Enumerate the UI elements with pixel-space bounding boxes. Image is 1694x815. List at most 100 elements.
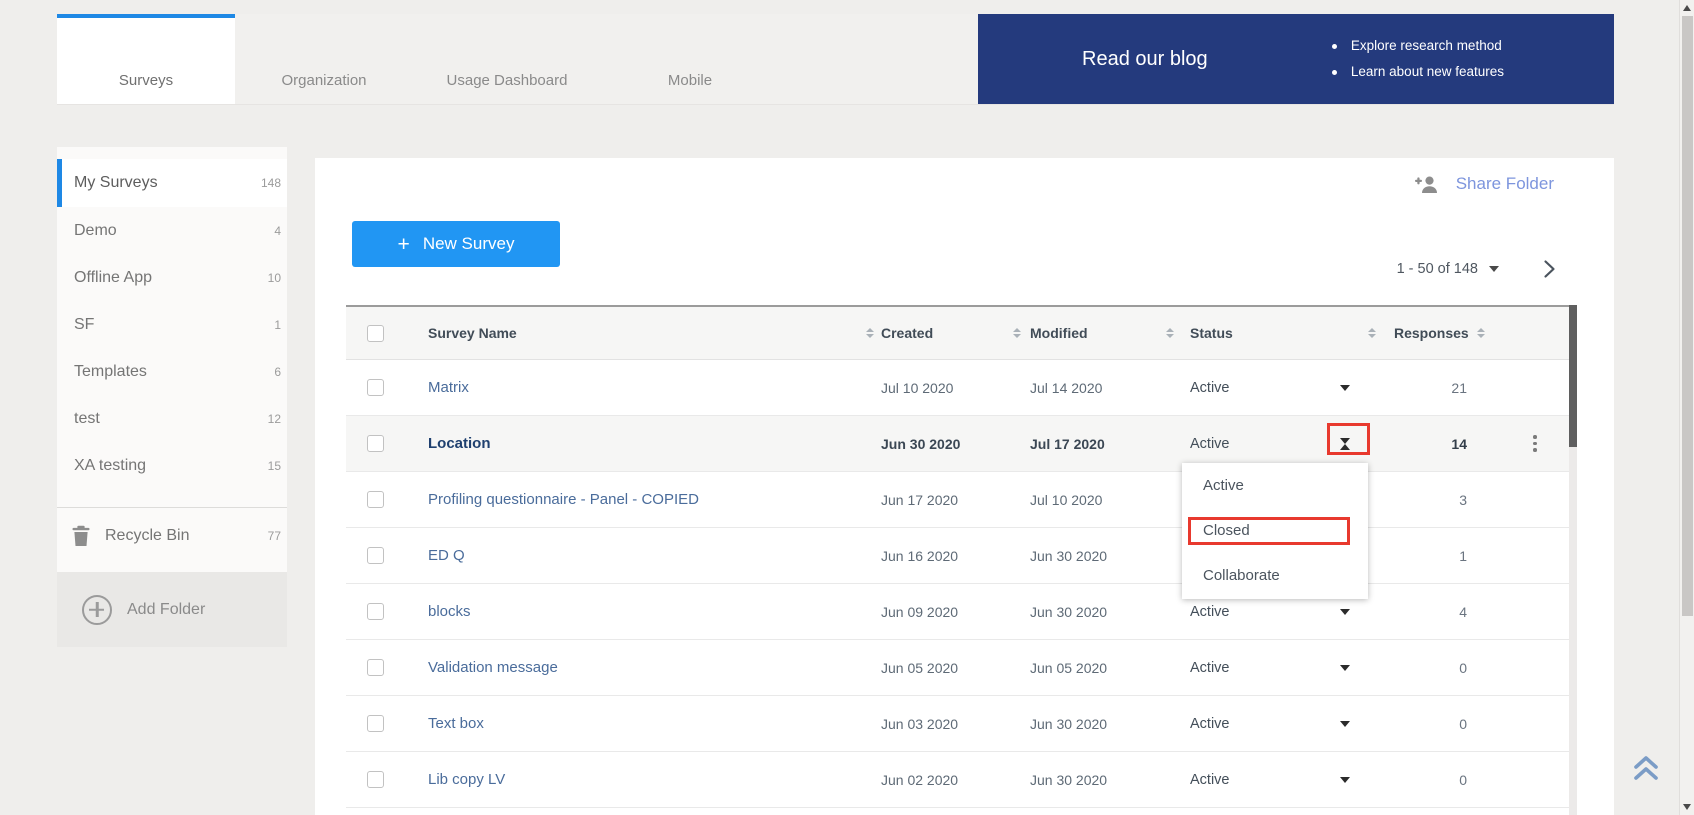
row-checkbox[interactable]: [367, 435, 384, 452]
folder-count: 1: [274, 318, 281, 332]
row-checkbox[interactable]: [367, 659, 384, 676]
folder-count: 4: [274, 224, 281, 238]
kebab-menu-icon[interactable]: [1533, 435, 1537, 452]
responses-count: 0: [1390, 716, 1467, 732]
responses-count: 4: [1390, 604, 1467, 620]
header-modified: Modified: [1030, 325, 1088, 341]
sidebar-folder-item[interactable]: Demo 4: [57, 207, 287, 254]
survey-name-link[interactable]: blocks: [428, 603, 471, 620]
sidebar-folder-item[interactable]: test 12: [57, 395, 287, 442]
sort-icon-status[interactable]: [1368, 328, 1376, 339]
row-checkbox[interactable]: [367, 547, 384, 564]
header-status: Status: [1190, 325, 1233, 341]
table-row[interactable]: Location Jun 30 2020 Jul 17 2020 Active …: [346, 416, 1569, 472]
nav-tab[interactable]: Surveys: [57, 14, 235, 104]
folder-label: SF: [74, 316, 94, 334]
survey-name-link[interactable]: Location: [428, 435, 491, 452]
status-dropdown-trigger[interactable]: [1300, 665, 1390, 671]
table-row[interactable]: ED Q Jun 16 2020 Jun 30 2020 Active 1: [346, 528, 1569, 584]
nav-tab-label: Usage Dashboard: [447, 72, 568, 89]
table-scrollbar[interactable]: [1569, 305, 1577, 815]
survey-name-link[interactable]: ED Q: [428, 547, 465, 564]
status-dropdown-option[interactable]: Active: [1182, 463, 1368, 508]
nav-tab-label: Organization: [281, 72, 366, 89]
status-dropdown-trigger[interactable]: [1300, 438, 1390, 450]
status-value: Active: [1190, 380, 1230, 396]
survey-name-link[interactable]: Matrix: [428, 379, 469, 396]
banner-title[interactable]: Read our blog: [1082, 48, 1208, 71]
banner-bullet-text: Learn about new features: [1351, 59, 1504, 85]
plus-icon: +: [398, 234, 410, 255]
table-row[interactable]: Text box Jun 03 2020 Jun 30 2020 Active …: [346, 696, 1569, 752]
created-date: Jun 03 2020: [881, 716, 958, 732]
table-row[interactable]: Lib copy LV Jun 02 2020 Jun 30 2020 Acti…: [346, 752, 1569, 808]
status-dropdown-option[interactable]: Closed: [1182, 508, 1368, 553]
sidebar-item-recycle-bin[interactable]: Recycle Bin 77: [57, 508, 287, 563]
table-row[interactable]: blocks Jun 09 2020 Jun 30 2020 Active 4: [346, 584, 1569, 640]
trash-icon: [71, 525, 91, 547]
survey-name-link[interactable]: Text box: [428, 715, 484, 732]
sort-icon-modified[interactable]: [1166, 328, 1174, 339]
add-folder-button[interactable]: Add Folder: [57, 572, 287, 647]
table-row[interactable]: Validation message Jun 05 2020 Jun 05 20…: [346, 640, 1569, 696]
table-scrollbar-thumb[interactable]: [1569, 305, 1577, 447]
banner-bullet-item: Learn about new features: [1332, 59, 1504, 85]
row-checkbox[interactable]: [367, 491, 384, 508]
row-checkbox[interactable]: [367, 603, 384, 620]
status-value: Active: [1190, 660, 1230, 676]
status-option-label: Collaborate: [1203, 567, 1280, 584]
page-scrollbar-thumb[interactable]: [1682, 16, 1693, 616]
nav-tab[interactable]: Mobile: [601, 14, 779, 104]
table-row[interactable]: Profiling questionnaire - Panel - COPIED…: [346, 472, 1569, 528]
share-folder-button[interactable]: Share Folder: [1413, 172, 1554, 196]
nav-tabs: Surveys Organization Usage Dashboard Mob…: [57, 14, 779, 104]
status-dropdown-trigger[interactable]: [1300, 777, 1390, 783]
sidebar-folder-item[interactable]: SF 1: [57, 301, 287, 348]
nav-tab-icon: [132, 35, 160, 63]
sidebar: My Surveys 148 Demo 4 Offline App 10 SF …: [57, 147, 287, 647]
pagination-caret-icon[interactable]: [1489, 266, 1499, 272]
banner-bullet-text: Explore research method: [1351, 33, 1502, 59]
sidebar-folder-item[interactable]: Offline App 10: [57, 254, 287, 301]
banner-bullet-item: Explore research method: [1332, 33, 1504, 59]
nav-tab[interactable]: Usage Dashboard: [413, 14, 601, 104]
blog-banner[interactable]: Read our blog Explore research method Le…: [978, 14, 1614, 104]
survey-name-link[interactable]: Lib copy LV: [428, 771, 505, 788]
status-dropdown-trigger[interactable]: [1300, 609, 1390, 615]
survey-name-link[interactable]: Validation message: [428, 659, 558, 676]
back-to-top-button[interactable]: [1630, 753, 1662, 783]
status-dropdown-trigger[interactable]: [1300, 385, 1390, 391]
row-checkbox[interactable]: [367, 379, 384, 396]
page-scrollbar[interactable]: [1679, 0, 1694, 815]
nav-tab-label: Surveys: [119, 72, 173, 89]
nav-tab[interactable]: Organization: [235, 14, 413, 104]
row-checkbox[interactable]: [367, 771, 384, 788]
responses-count: 0: [1390, 772, 1467, 788]
caret-icon: [1340, 721, 1350, 727]
main-panel: Share Folder + New Survey 1 - 50 of 148 …: [315, 158, 1614, 815]
scrollbar-up-arrow[interactable]: [1683, 5, 1691, 11]
sidebar-folder-item[interactable]: Templates 6: [57, 348, 287, 395]
next-page-button[interactable]: [1543, 259, 1556, 279]
scrollbar-down-arrow[interactable]: [1683, 804, 1691, 810]
status-option-label: Active: [1203, 477, 1244, 494]
top-navigation: Surveys Organization Usage Dashboard Mob…: [57, 14, 1614, 105]
sort-icon-created[interactable]: [1013, 328, 1021, 339]
header-created: Created: [881, 325, 933, 341]
survey-name-link[interactable]: Profiling questionnaire - Panel - COPIED: [428, 491, 699, 508]
status-value: Active: [1190, 716, 1230, 732]
table-row[interactable]: Matrix Jul 10 2020 Jul 14 2020 Active 21: [346, 360, 1569, 416]
app-root: Surveys Organization Usage Dashboard Mob…: [0, 0, 1694, 815]
status-dropdown-trigger[interactable]: [1300, 721, 1390, 727]
sort-icon-survey-name[interactable]: [866, 328, 874, 339]
table-header-row: Survey Name Created Modified Status Resp…: [346, 305, 1569, 360]
new-survey-button[interactable]: + New Survey: [352, 221, 560, 267]
folder-label: test: [74, 410, 100, 428]
sidebar-folder-item[interactable]: My Surveys 148: [57, 159, 287, 207]
row-checkbox[interactable]: [367, 715, 384, 732]
sidebar-folder-item[interactable]: XA testing 15: [57, 442, 287, 489]
status-option-label: Closed: [1203, 522, 1250, 539]
select-all-checkbox[interactable]: [367, 325, 384, 342]
sort-icon-responses[interactable]: [1477, 328, 1485, 339]
status-dropdown-option[interactable]: Collaborate: [1182, 553, 1368, 598]
